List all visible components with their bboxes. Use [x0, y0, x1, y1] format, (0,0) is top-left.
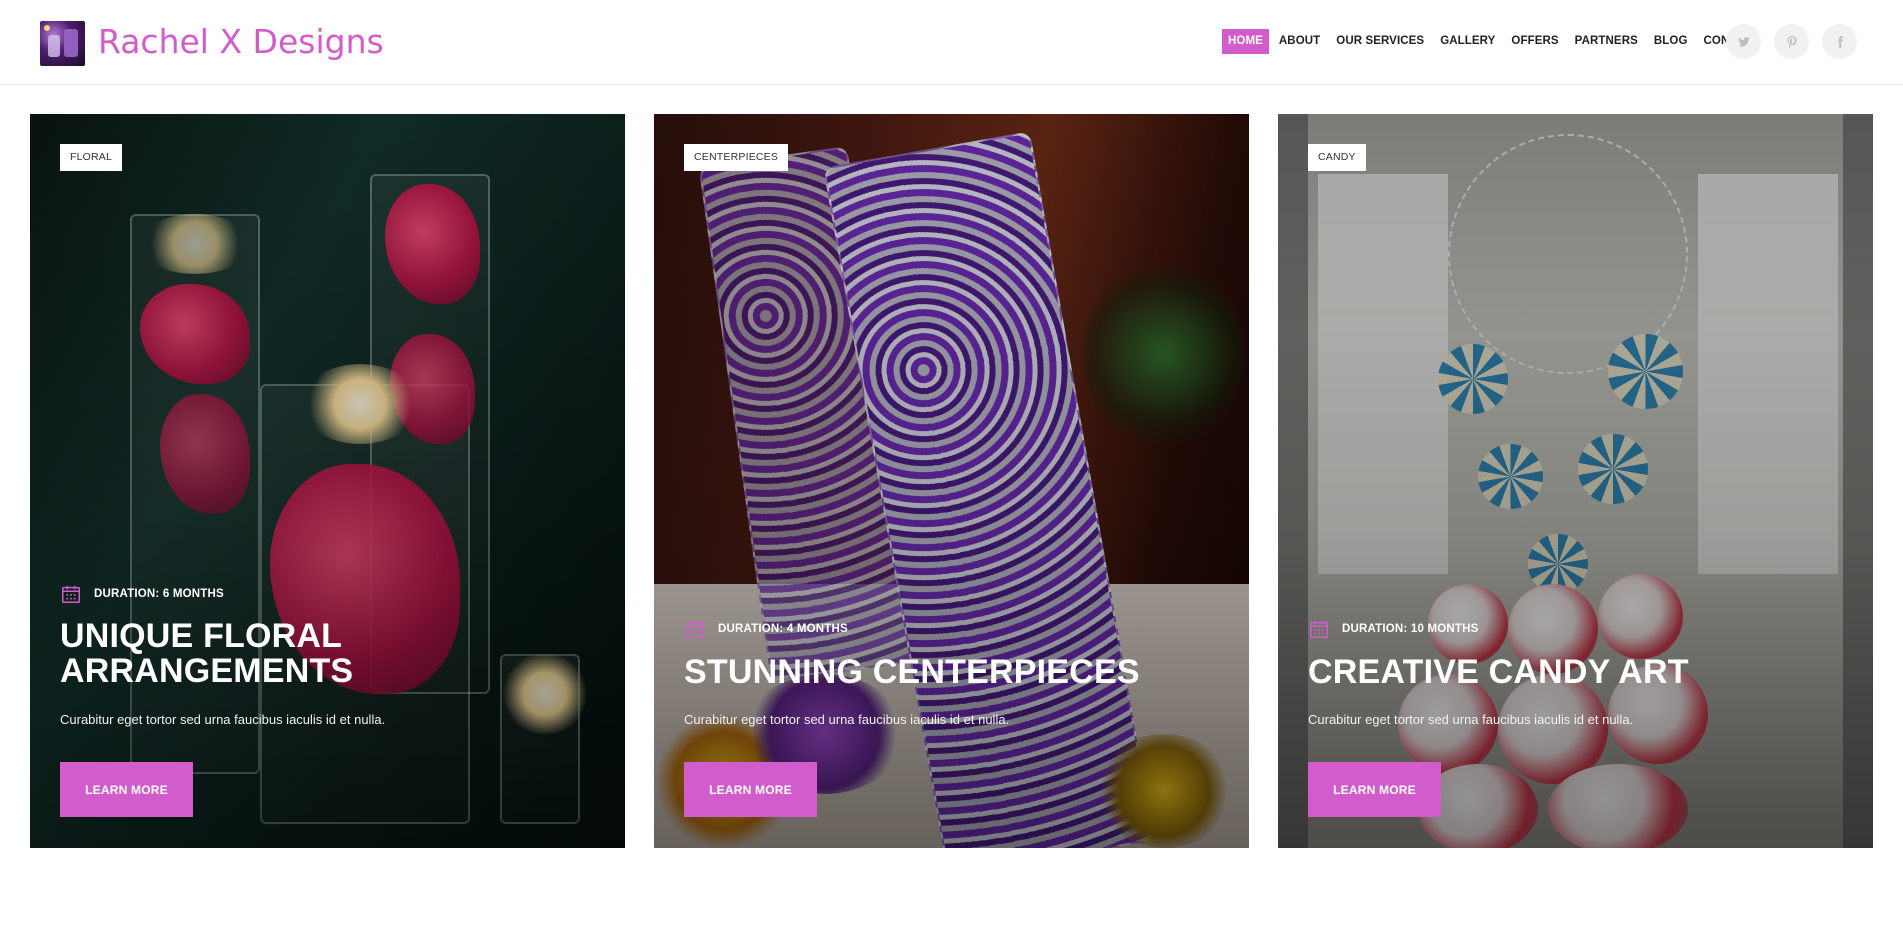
duration-row: DURATION: 10 MONTHS [1308, 618, 1478, 640]
nav-item-gallery[interactable]: GALLERY [1434, 29, 1501, 54]
calendar-icon [1310, 620, 1328, 638]
service-card-floral[interactable]: FLORAL DURATION: 6 MONTHS UNIQUE FLORAL … [30, 114, 625, 848]
card-title[interactable]: CREATIVE CANDY ART [1308, 655, 1848, 690]
duration-row: DURATION: 6 MONTHS [60, 583, 224, 605]
card-description: Curabitur eget tortor sed urna faucibus … [1308, 712, 1634, 727]
nav-item-home[interactable]: HOME [1222, 29, 1269, 54]
duration-text: DURATION: 10 MONTHS [1342, 623, 1479, 635]
learn-more-button[interactable]: LEARN MORE [684, 762, 817, 817]
duration-text: DURATION: 4 MONTHS [718, 623, 848, 635]
twitter-icon[interactable] [1726, 24, 1761, 59]
category-tag[interactable]: FLORAL [60, 144, 123, 171]
card-title[interactable]: UNIQUE FLORAL ARRANGEMENTS [60, 619, 390, 689]
duration-row: DURATION: 4 MONTHS [684, 618, 848, 640]
calendar-icon [686, 620, 704, 638]
facebook-icon[interactable] [1822, 24, 1857, 59]
nav-item-about[interactable]: ABOUT [1273, 29, 1326, 54]
calendar-icon [62, 585, 80, 603]
pinterest-icon[interactable] [1774, 24, 1809, 59]
learn-more-button[interactable]: LEARN MORE [1308, 762, 1441, 817]
nav-item-partners[interactable]: PARTNERS [1569, 29, 1644, 54]
service-card-centerpieces[interactable]: CENTERPIECES DURATION: 4 MONTHS STUNNING… [654, 114, 1249, 848]
nav-item-our-services[interactable]: OUR SERVICES [1330, 29, 1430, 54]
logo-image[interactable] [40, 21, 85, 66]
service-card-candy[interactable]: CANDY DURATION: 10 MONTHS CREATIVE CANDY… [1278, 114, 1873, 848]
nav-item-blog[interactable]: BLOG [1648, 29, 1694, 54]
category-tag[interactable]: CANDY [1308, 144, 1366, 171]
category-tag[interactable]: CENTERPIECES [684, 144, 789, 171]
site-title[interactable]: Rachel X Designs [98, 22, 384, 62]
card-description: Curabitur eget tortor sed urna faucibus … [60, 712, 386, 727]
nav-item-offers[interactable]: OFFERS [1505, 29, 1564, 54]
main-nav: HOME ABOUT OUR SERVICES GALLERY OFFERS P… [1218, 29, 1766, 54]
learn-more-button[interactable]: LEARN MORE [60, 762, 193, 817]
card-description: Curabitur eget tortor sed urna faucibus … [684, 712, 1010, 727]
site-header: Rachel X Designs HOME ABOUT OUR SERVICES… [0, 0, 1903, 85]
duration-text: DURATION: 6 MONTHS [94, 588, 224, 600]
card-title[interactable]: STUNNING CENTERPIECES [684, 655, 1224, 690]
